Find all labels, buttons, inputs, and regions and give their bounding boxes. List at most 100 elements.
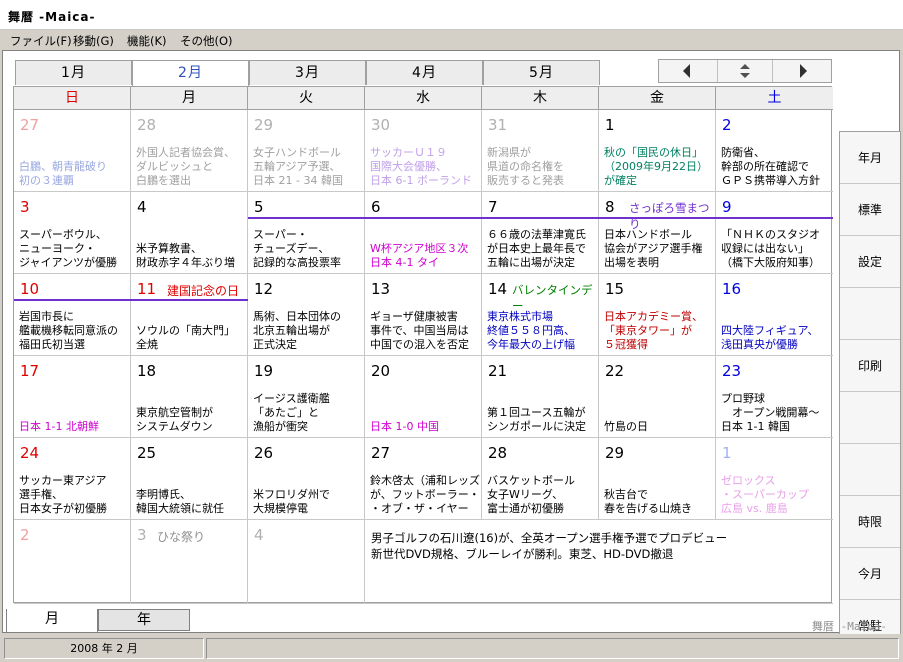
event-span-bar: [131, 299, 248, 301]
day-number: 21: [488, 362, 508, 380]
calendar-grid: 日 月 火 水 木 金 土 27 白鵬、朝青龍破り 初の３連覇 28 外国人記者協会賞…: [13, 86, 833, 604]
tab-month-2[interactable]: 2月: [132, 60, 249, 87]
status-message: [206, 638, 899, 659]
day-cell[interactable]: 6 W杯アジア地区３次 日本 4-1 タイ: [365, 192, 482, 274]
day-cell[interactable]: 2 防衛省、 幹部の所在確認で ＧＰＳ携帯導入方針: [716, 110, 833, 192]
tab-month-4[interactable]: 4月: [366, 60, 483, 85]
side-blank-1: [840, 288, 900, 340]
day-note: 新潟県が 県道の命名権を 販売すると発表: [487, 146, 564, 187]
menu-function[interactable]: 機能(K): [127, 33, 167, 49]
day-number: 29: [254, 116, 274, 134]
day-note: 白鵬、朝青龍破り 初の３連覇: [19, 160, 107, 187]
day-cell[interactable]: 22 竹島の日: [599, 356, 716, 438]
day-cell[interactable]: 16 四大陸フィギュア、 浅田真央が優勝: [716, 274, 833, 356]
day-note: 竹島の日: [604, 420, 648, 433]
day-note: 東京株式市場 終値５５８円高、 今年最大の上げ幅: [487, 310, 575, 351]
menu-file[interactable]: ファイル(F): [10, 33, 72, 49]
day-number: 12: [254, 280, 274, 298]
day-note: 「ＮＨＫのスタジオ 収録には出ない」 （橋下大阪府知事）: [721, 228, 820, 269]
day-number: 8: [605, 198, 615, 216]
day-note: 四大陸フィギュア、 浅田真央が優勝: [721, 324, 819, 351]
prev-month-button[interactable]: [659, 60, 715, 82]
day-note: スーパー・ チューズデー、 記録的な高投票率: [253, 228, 341, 269]
day-number: 11: [137, 280, 157, 298]
weekday-fri: 金: [599, 87, 716, 110]
day-cell[interactable]: 2: [14, 520, 131, 604]
day-cell[interactable]: 5 スーパー・ チューズデー、 記録的な高投票率: [248, 192, 365, 274]
tab-month-view[interactable]: 月: [6, 609, 98, 633]
day-cell[interactable]: 17 日本 1-1 北朝鮮: [14, 356, 131, 438]
day-note: 日本 1-1 北朝鮮: [19, 420, 99, 433]
print-button[interactable]: 印刷: [840, 340, 900, 392]
day-cell[interactable]: 24 サッカー東アジア 選手権、 日本女子が初優勝: [14, 438, 131, 520]
day-number: 2: [20, 526, 30, 544]
day-cell[interactable]: 14 バレンタインデー 東京株式市場 終値５５８円高、 今年最大の上げ幅: [482, 274, 599, 356]
day-cell[interactable]: 8 さっぽろ雪まつり 日本ハンドボール 協会がアジア選手権 出場を表明: [599, 192, 716, 274]
day-cell[interactable]: 30 サッカーＵ１９ 国際大会優勝、 日本 6-1 ボーランド: [365, 110, 482, 192]
day-cell[interactable]: 23 プロ野球 オープン戦開幕～ 日本 1-1 韓国: [716, 356, 833, 438]
app-watermark: 舞暦 -Maica-: [812, 620, 887, 633]
day-cell[interactable]: 19 イージス護衛艦 「あたご」と 漁船が衝突: [248, 356, 365, 438]
day-cell[interactable]: 15 日本アカデミー賞、 「東京タワー」が ５冠獲得: [599, 274, 716, 356]
day-number: 3: [20, 198, 30, 216]
standard-button[interactable]: 標準: [840, 184, 900, 236]
day-cell[interactable]: 10 岩国市長に 艦載機移転同意派の 福田氏初当選: [14, 274, 131, 356]
day-cell[interactable]: 13 ギョーザ健康被害 事件で、中国当局は 中国での混入を否定: [365, 274, 482, 356]
day-note: ソウルの「南大門」 全焼: [136, 324, 235, 351]
day-cell[interactable]: 28 バスケットボール 女子Wリーグ、 富士通が初優勝: [482, 438, 599, 520]
day-number: 3: [137, 526, 147, 544]
tab-month-3[interactable]: 3月: [249, 60, 366, 85]
day-note: 秋吉台で 春を告げる山焼き: [604, 488, 692, 515]
this-month-button[interactable]: 今月: [840, 548, 900, 600]
day-cell[interactable]: 7 ６６歳の法華津寛氏 が日本史上最年長で 五輪に出場が決定: [482, 192, 599, 274]
day-cell[interactable]: 29 秋吉台で 春を告げる山焼き: [599, 438, 716, 520]
day-cell[interactable]: 26 米フロリダ州で 大規模停電: [248, 438, 365, 520]
tab-month-1[interactable]: 1月: [15, 60, 132, 85]
day-cell[interactable]: 1 ゼロックス ・スーパーカップ 広島 vs. 鹿島: [716, 438, 833, 520]
day-cell[interactable]: 12 馬術、日本団体の 北京五輪出場が 正式決定: [248, 274, 365, 356]
day-cell[interactable]: 29 女子ハンドボール 五輪アジア予選、 日本 21 - 34 韓国: [248, 110, 365, 192]
day-note: 米フロリダ州で 大規模停電: [253, 488, 330, 515]
day-cell[interactable]: 18 東京航空管制が システムダウン: [131, 356, 248, 438]
day-number: 26: [254, 444, 274, 462]
tab-year-view[interactable]: 年: [98, 609, 190, 631]
day-number: 22: [605, 362, 625, 380]
month-scroll-button[interactable]: [717, 60, 773, 82]
day-number: 20: [371, 362, 391, 380]
day-note: W杯アジア地区３次 日本 4-1 タイ: [370, 242, 469, 269]
day-cell[interactable]: 4 米予算教書、 財政赤字４年ぶり増: [131, 192, 248, 274]
settings-button[interactable]: 設定: [840, 236, 900, 288]
day-cell[interactable]: 25 李明博氏、 韓国大統領に就任: [131, 438, 248, 520]
day-cell[interactable]: 1 秋の「国民の休日」 （2009年9月22日） が確定: [599, 110, 716, 192]
weekday-sat: 土: [767, 90, 782, 106]
day-number: 15: [605, 280, 625, 298]
day-cell[interactable]: 3 スーパーボウル、 ニューヨーク・ ジャイアンツが優勝: [14, 192, 131, 274]
weekday-sun: 日: [14, 87, 131, 110]
month-notes-cell[interactable]: 男子ゴルフの石川遼(16)が、全英オープン選手権予選でプロデビュー 新世代DVD…: [365, 520, 833, 604]
day-note: 防衛省、 幹部の所在確認で ＧＰＳ携帯導入方針: [721, 146, 820, 187]
tab-month-5[interactable]: 5月: [483, 60, 600, 85]
day-cell[interactable]: 9 「ＮＨＫのスタジオ 収録には出ない」 （橋下大阪府知事）: [716, 192, 833, 274]
timer-button[interactable]: 時限: [840, 496, 900, 548]
day-number: 19: [254, 362, 274, 380]
day-cell[interactable]: 11 建国記念の日 ソウルの「南大門」 全焼: [131, 274, 248, 356]
day-cell[interactable]: 28 外国人記者協会賞、 ダルビッシュと 白鵬を選出: [131, 110, 248, 192]
day-cell[interactable]: 27 白鵬、朝青龍破り 初の３連覇: [14, 110, 131, 192]
next-month-button[interactable]: [775, 60, 831, 82]
day-note: プロ野球 オープン戦開幕～ 日本 1-1 韓国: [721, 392, 820, 433]
day-number: 9: [722, 198, 732, 216]
day-number: 27: [371, 444, 391, 462]
day-note: 馬術、日本団体の 北京五輪出場が 正式決定: [253, 310, 341, 351]
day-cell[interactable]: 21 第１回ユース五輪が シンガポールに決定: [482, 356, 599, 438]
side-blank-2: [840, 392, 900, 444]
menu-move[interactable]: 移動(G): [73, 33, 114, 49]
year-month-button[interactable]: 年月: [840, 132, 900, 184]
day-cell[interactable]: 3 ひな祭り: [131, 520, 248, 604]
menu-other[interactable]: その他(O): [180, 33, 233, 49]
day-cell[interactable]: 31 新潟県が 県道の命名権を 販売すると発表: [482, 110, 599, 192]
day-cell[interactable]: 20 日本 1-0 中国: [365, 356, 482, 438]
day-number: 5: [254, 198, 264, 216]
day-number: 16: [722, 280, 742, 298]
day-cell[interactable]: 27 鈴木啓太（浦和レッズ が、フットボーラー・ ・オブ・ザ・イヤー: [365, 438, 482, 520]
day-cell[interactable]: 4: [248, 520, 365, 604]
